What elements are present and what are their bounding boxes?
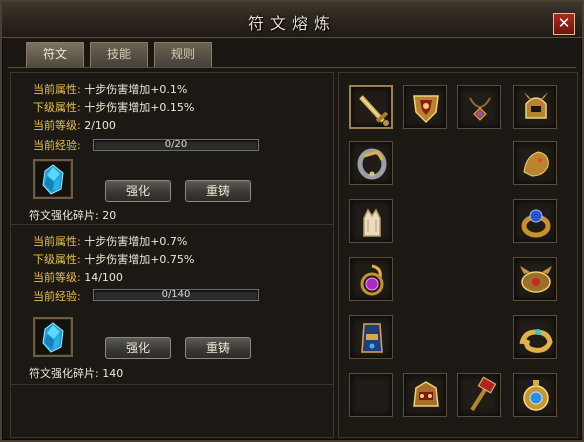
recast-button[interactable]: 重铸 (185, 180, 251, 202)
recast-button[interactable]: 重铸 (185, 337, 251, 359)
equip-slot-blue-belt[interactable] (349, 315, 393, 359)
serpent-ring-icon (519, 329, 553, 353)
sapphire-ring-icon (521, 209, 551, 238)
next-attr-value: 十步伤害增加+0.75% (84, 253, 195, 266)
helmet-icon (524, 92, 548, 119)
fragments-label: 符文强化碎片: (29, 367, 99, 380)
next-attr-label: 下级属性: (33, 101, 81, 114)
bracelet-icon (357, 148, 387, 180)
fragments-value: 140 (102, 367, 124, 380)
level-row: 当前等级: 2/100 (33, 117, 116, 133)
rune-slot[interactable] (33, 317, 73, 357)
strengthen-button[interactable]: 强化 (105, 337, 171, 359)
exp-progress-text: 0/140 (161, 289, 191, 300)
level-value: 14/100 (84, 271, 123, 284)
horned-medal-icon (520, 266, 552, 293)
equip-slot-sword[interactable] (349, 85, 393, 129)
current-attr-label: 当前属性: (33, 235, 81, 248)
tab-rules[interactable]: 规则 (154, 42, 212, 67)
window-title: 符文熔炼 (247, 14, 336, 33)
blue-rune-crystal-icon (42, 322, 64, 353)
fragments-value: 20 (102, 209, 117, 222)
tab-bar: 符文 技能 规则 (8, 40, 576, 68)
rune-section-2: 当前属性: 十步伤害增加+0.7% 下级属性: 十步伤害增加+0.75% 当前等… (11, 225, 333, 385)
dragon-ring-icon (523, 151, 549, 177)
close-button[interactable]: ✕ (553, 13, 575, 35)
current-attr-row: 当前属性: 十步伤害增加+0.7% (33, 233, 187, 249)
current-attr-value: 十步伤害增加+0.7% (84, 235, 188, 248)
orb-medal-icon (523, 380, 549, 411)
fragments-row: 符文强化碎片: 20 (29, 207, 116, 223)
blue-rune-crystal-icon (42, 164, 64, 195)
equip-slot-dragon-head[interactable] (403, 373, 447, 417)
glove-icon (363, 208, 381, 237)
equip-slot-helmet[interactable] (513, 85, 557, 129)
equip-slot-bracelet[interactable] (349, 141, 393, 185)
next-attr-value: 十步伤害增加+0.15% (84, 101, 195, 114)
current-attr-row: 当前属性: 十步伤害增加+0.1% (33, 81, 187, 97)
equip-slot-shield[interactable] (403, 85, 447, 129)
current-attr-value: 十步伤害增加+0.1% (84, 83, 188, 96)
next-attr-row: 下级属性: 十步伤害增加+0.75% (33, 251, 194, 267)
necklace-icon (469, 97, 491, 121)
exp-progress-bar: 0/20 (93, 139, 259, 151)
equip-slot-horned-medal[interactable] (513, 257, 557, 301)
rune-info-panel: 当前属性: 十步伤害增加+0.1% 下级属性: 十步伤害增加+0.15% 当前等… (10, 72, 334, 438)
rune-section-1: 当前属性: 十步伤害增加+0.1% 下级属性: 十步伤害增加+0.15% 当前等… (11, 73, 333, 225)
equip-slot-dragon-ring[interactable] (513, 141, 557, 185)
dragon-head-icon (413, 381, 439, 407)
title-bar[interactable]: 符文熔炼 ✕ (2, 2, 582, 38)
equipment-grid-panel (338, 72, 578, 438)
fragments-label: 符文强化碎片: (29, 209, 99, 222)
exp-progress-bar: 0/140 (93, 289, 259, 301)
equip-slot-glove[interactable] (349, 199, 393, 243)
exp-label: 当前经验: (33, 139, 81, 152)
amethyst-ring-icon (360, 264, 384, 296)
equip-slot-empty[interactable] (349, 373, 393, 417)
shield-icon (413, 95, 439, 124)
sword-icon (359, 95, 389, 126)
level-label: 当前等级: (33, 119, 81, 132)
next-attr-row: 下级属性: 十步伤害增加+0.15% (33, 99, 194, 115)
equip-slot-sapphire-ring[interactable] (513, 199, 557, 243)
equip-slot-hammer[interactable] (457, 373, 501, 417)
blue-belt-icon (361, 323, 383, 353)
equip-slot-orb-medal[interactable] (513, 373, 557, 417)
rune-slot[interactable] (33, 159, 73, 199)
current-attr-label: 当前属性: (33, 83, 81, 96)
fragments-row: 符文强化碎片: 140 (29, 365, 123, 381)
level-row: 当前等级: 14/100 (33, 269, 123, 285)
exp-progress-text: 0/20 (164, 139, 188, 150)
strengthen-button[interactable]: 强化 (105, 180, 171, 202)
hammer-icon (470, 376, 497, 412)
level-label: 当前等级: (33, 271, 81, 284)
level-value: 2/100 (84, 119, 116, 132)
exp-label: 当前经验: (33, 290, 81, 303)
next-attr-label: 下级属性: (33, 253, 81, 266)
equip-slot-serpent-ring[interactable] (513, 315, 557, 359)
tab-skill[interactable]: 技能 (90, 42, 148, 67)
equip-slot-necklace[interactable] (457, 85, 501, 129)
tab-rune[interactable]: 符文 (26, 42, 84, 67)
equip-slot-amethyst-ring[interactable] (349, 257, 393, 301)
rune-smelting-window: 符文熔炼 ✕ 符文 技能 规则 当前属性: 十步伤害增加+0.1% 下级属性: … (0, 0, 584, 442)
